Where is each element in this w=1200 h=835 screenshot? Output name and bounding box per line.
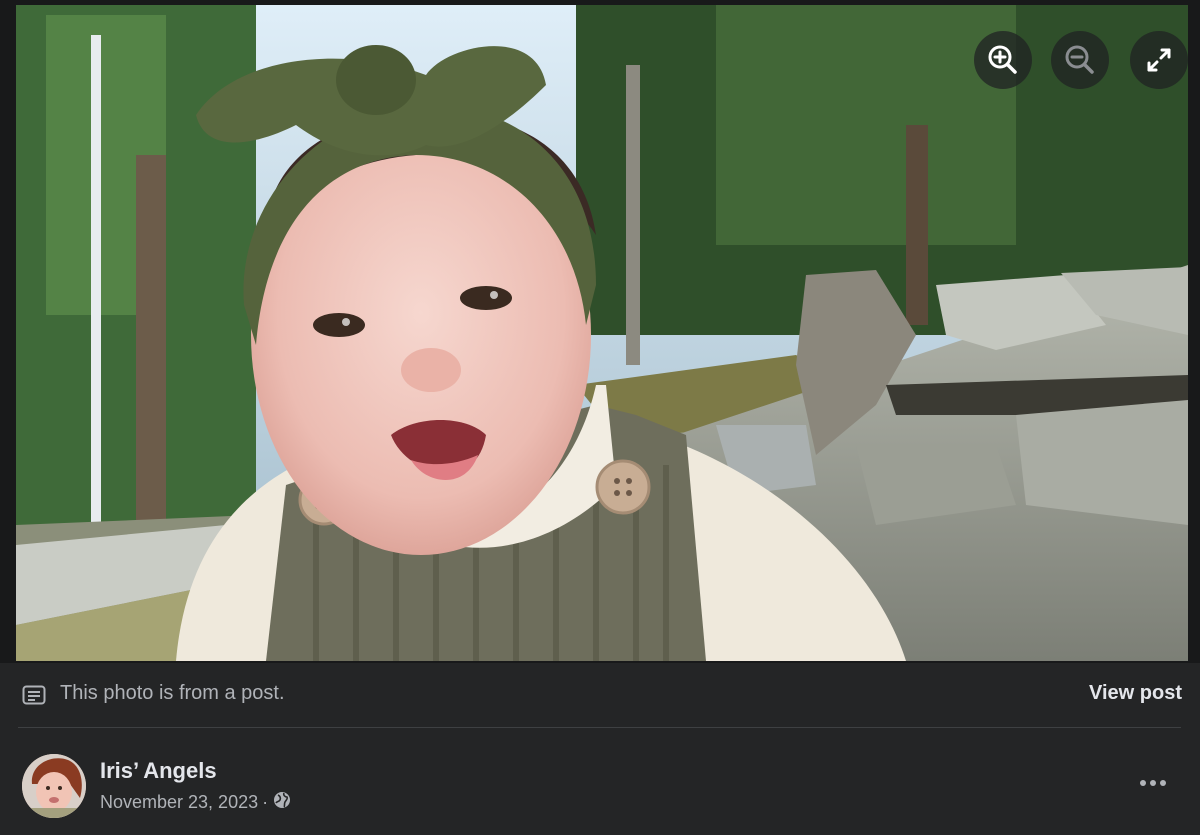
post-date-link[interactable]: November 23, 2023: [100, 792, 258, 813]
expand-icon: [1147, 48, 1171, 72]
globe-icon[interactable]: [273, 791, 291, 814]
author-name-link[interactable]: Iris’ Angels: [100, 758, 217, 784]
post-source-note: This photo is from a post.: [60, 682, 285, 704]
post-text-icon: [22, 685, 46, 710]
zoom-out-icon: [1065, 45, 1094, 74]
photo-viewer: [0, 0, 1200, 663]
zoom-out-button[interactable]: [1051, 31, 1109, 89]
post-source-bar: This photo is from a post. View post: [0, 663, 1200, 727]
author-avatar[interactable]: [22, 754, 86, 818]
more-options-icon: [1140, 780, 1146, 786]
fullscreen-button[interactable]: [1130, 31, 1188, 89]
meta-separator: ·: [262, 792, 269, 812]
view-post-link[interactable]: View post: [1089, 682, 1182, 705]
post-author-bar: Iris’ Angels November 23, 2023 ·: [0, 728, 1200, 835]
zoom-in-icon: [988, 45, 1017, 74]
more-options-button[interactable]: [1132, 768, 1174, 798]
post-photo[interactable]: [16, 5, 1188, 661]
photo-image: [16, 5, 1188, 661]
post-meta: November 23, 2023 ·: [100, 791, 291, 814]
zoom-in-button[interactable]: [974, 31, 1032, 89]
